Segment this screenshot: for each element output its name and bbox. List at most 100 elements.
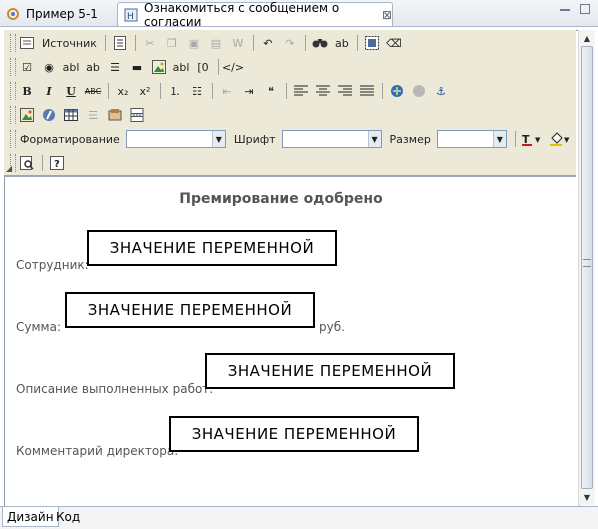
- tab-example-5-1[interactable]: Пример 5-1: [2, 3, 114, 25]
- textarea-icon[interactable]: ab: [84, 58, 102, 76]
- chevron-down-icon[interactable]: ▼: [367, 131, 381, 147]
- work-description-variable-field[interactable]: ЗНАЧЕНИЕ ПЕРЕМЕННОЙ: [205, 353, 455, 389]
- toolbar-grip[interactable]: [10, 82, 16, 100]
- toolbar-row-2: ☑ ◉ abl ab ☰ ▬ abl [0 </>: [18, 56, 246, 78]
- maximize-button[interactable]: [580, 4, 590, 14]
- svg-text:H: H: [127, 12, 134, 22]
- preview-icon[interactable]: [18, 154, 36, 172]
- text-color-icon[interactable]: T ▼: [521, 130, 545, 148]
- toolbar-row-6: ?: [18, 152, 70, 174]
- scroll-thumb[interactable]: [581, 46, 593, 489]
- separator: [514, 131, 516, 147]
- find-icon[interactable]: [311, 34, 329, 52]
- tab-message-consent[interactable]: H Ознакомиться с сообщением о согласии ⊠: [117, 1, 393, 29]
- variable-icon[interactable]: [0: [194, 58, 212, 76]
- editor-tab-bar: Пример 5-1 H Ознакомиться с сообщением о…: [0, 0, 598, 29]
- strikethrough-button[interactable]: ABC: [84, 82, 102, 100]
- subscript-button[interactable]: x₂: [114, 82, 132, 100]
- minimize-button[interactable]: [560, 9, 570, 13]
- page-break-icon[interactable]: [128, 106, 146, 124]
- format-select[interactable]: ▼: [125, 130, 226, 148]
- design-content[interactable]: Премирование одобрено Сотрудник: ЗНАЧЕНИ…: [6, 178, 576, 503]
- select-field-icon[interactable]: ☰: [106, 58, 124, 76]
- select-all-icon[interactable]: [363, 34, 381, 52]
- redo-icon[interactable]: ↷: [281, 34, 299, 52]
- copy-icon[interactable]: ❐: [163, 34, 181, 52]
- separator: [218, 59, 219, 75]
- amount-variable-field[interactable]: ЗНАЧЕНИЕ ПЕРЕМЕННОЙ: [65, 292, 315, 328]
- hidden-field-icon[interactable]: abl: [172, 58, 190, 76]
- tab-code[interactable]: Код: [52, 507, 84, 527]
- italic-button[interactable]: I: [40, 82, 58, 100]
- smiley-icon[interactable]: [106, 106, 124, 124]
- form-icon: [6, 7, 20, 21]
- checkbox-icon[interactable]: ☑: [18, 58, 36, 76]
- toolbar-grip[interactable]: [10, 130, 16, 148]
- bulleted-list-icon[interactable]: ☷: [188, 82, 206, 100]
- toolbar-grip[interactable]: [10, 58, 16, 76]
- paste-word-icon[interactable]: W: [229, 34, 247, 52]
- background-color-icon[interactable]: ▼: [549, 130, 573, 148]
- blockquote-icon[interactable]: ❝: [262, 82, 280, 100]
- toolbar-grip[interactable]: [10, 34, 16, 52]
- image-icon[interactable]: [18, 106, 36, 124]
- underline-button[interactable]: U: [62, 82, 80, 100]
- font-select[interactable]: ▼: [281, 130, 382, 148]
- size-label: Размер: [389, 132, 431, 146]
- scroll-up-icon[interactable]: ▲: [581, 32, 593, 44]
- cut-icon[interactable]: ✂: [141, 34, 159, 52]
- link-icon[interactable]: [388, 82, 406, 100]
- employee-variable-field[interactable]: ЗНАЧЕНИЕ ПЕРЕМЕННОЙ: [87, 230, 337, 266]
- font-label: Шрифт: [233, 132, 276, 146]
- tab-label: Пример 5-1: [26, 7, 98, 21]
- unlink-icon[interactable]: [410, 82, 428, 100]
- chevron-down-icon[interactable]: ▼: [492, 131, 506, 147]
- svg-text:?: ?: [54, 159, 60, 170]
- align-left-icon[interactable]: [292, 82, 310, 100]
- superscript-button[interactable]: x²: [136, 82, 154, 100]
- button-field-icon[interactable]: ▬: [128, 58, 146, 76]
- close-icon[interactable]: ⊠: [382, 8, 392, 22]
- textfield-icon[interactable]: abl: [62, 58, 80, 76]
- indent-icon[interactable]: ⇥: [240, 82, 258, 100]
- collapse-toolbar-icon[interactable]: ◢: [6, 164, 12, 173]
- toolbar-row-5: Форматирование ▼ Шрифт ▼ Размер ▼ T ▼ ▼: [18, 128, 577, 150]
- toolbar-row-4: ☰: [18, 104, 150, 126]
- vertical-scrollbar[interactable]: ▲ ▼: [578, 30, 595, 505]
- anchor-icon[interactable]: ⚓: [432, 82, 450, 100]
- toolbar-grip[interactable]: [10, 106, 16, 124]
- chevron-down-icon[interactable]: ▼: [211, 131, 225, 147]
- outdent-icon[interactable]: ⇤: [218, 82, 236, 100]
- image-button-icon[interactable]: [150, 58, 168, 76]
- svg-text:▼: ▼: [564, 136, 570, 144]
- tab-design[interactable]: Дизайн: [2, 507, 59, 527]
- separator: [382, 83, 383, 99]
- format-label: Форматирование: [20, 132, 120, 146]
- eraser-icon[interactable]: ⌫: [385, 34, 403, 52]
- scroll-down-icon[interactable]: ▼: [581, 491, 593, 503]
- help-icon[interactable]: ?: [48, 154, 66, 172]
- undo-icon[interactable]: ↶: [259, 34, 277, 52]
- editor-toolbar: Источник ✂ ❐ ▣ ▤ W ↶ ↷ ab ⌫ ☑ ◉ abl ab ☰…: [4, 30, 576, 177]
- bold-button[interactable]: B: [18, 82, 36, 100]
- paste-icon[interactable]: ▣: [185, 34, 203, 52]
- director-comment-variable-field[interactable]: ЗНАЧЕНИЕ ПЕРЕМЕННОЙ: [169, 416, 419, 452]
- table-icon[interactable]: [62, 106, 80, 124]
- numbered-list-icon[interactable]: ⒈: [166, 82, 184, 100]
- replace-icon[interactable]: ab: [333, 34, 351, 52]
- source-button[interactable]: Источник: [42, 37, 97, 50]
- separator: [160, 83, 161, 99]
- html-code-icon[interactable]: </>: [222, 58, 244, 76]
- radio-icon[interactable]: ◉: [40, 58, 58, 76]
- separator: [286, 83, 287, 99]
- new-page-icon[interactable]: [111, 34, 129, 52]
- separator: [134, 35, 136, 51]
- align-center-icon[interactable]: [314, 82, 332, 100]
- horizontal-rule-icon[interactable]: ☰: [84, 106, 102, 124]
- size-select[interactable]: ▼: [436, 130, 507, 148]
- align-right-icon[interactable]: [336, 82, 354, 100]
- align-justify-icon[interactable]: [358, 82, 376, 100]
- flash-icon[interactable]: [40, 106, 58, 124]
- paste-text-icon[interactable]: ▤: [207, 34, 225, 52]
- amount-label: Сумма:: [16, 320, 61, 334]
